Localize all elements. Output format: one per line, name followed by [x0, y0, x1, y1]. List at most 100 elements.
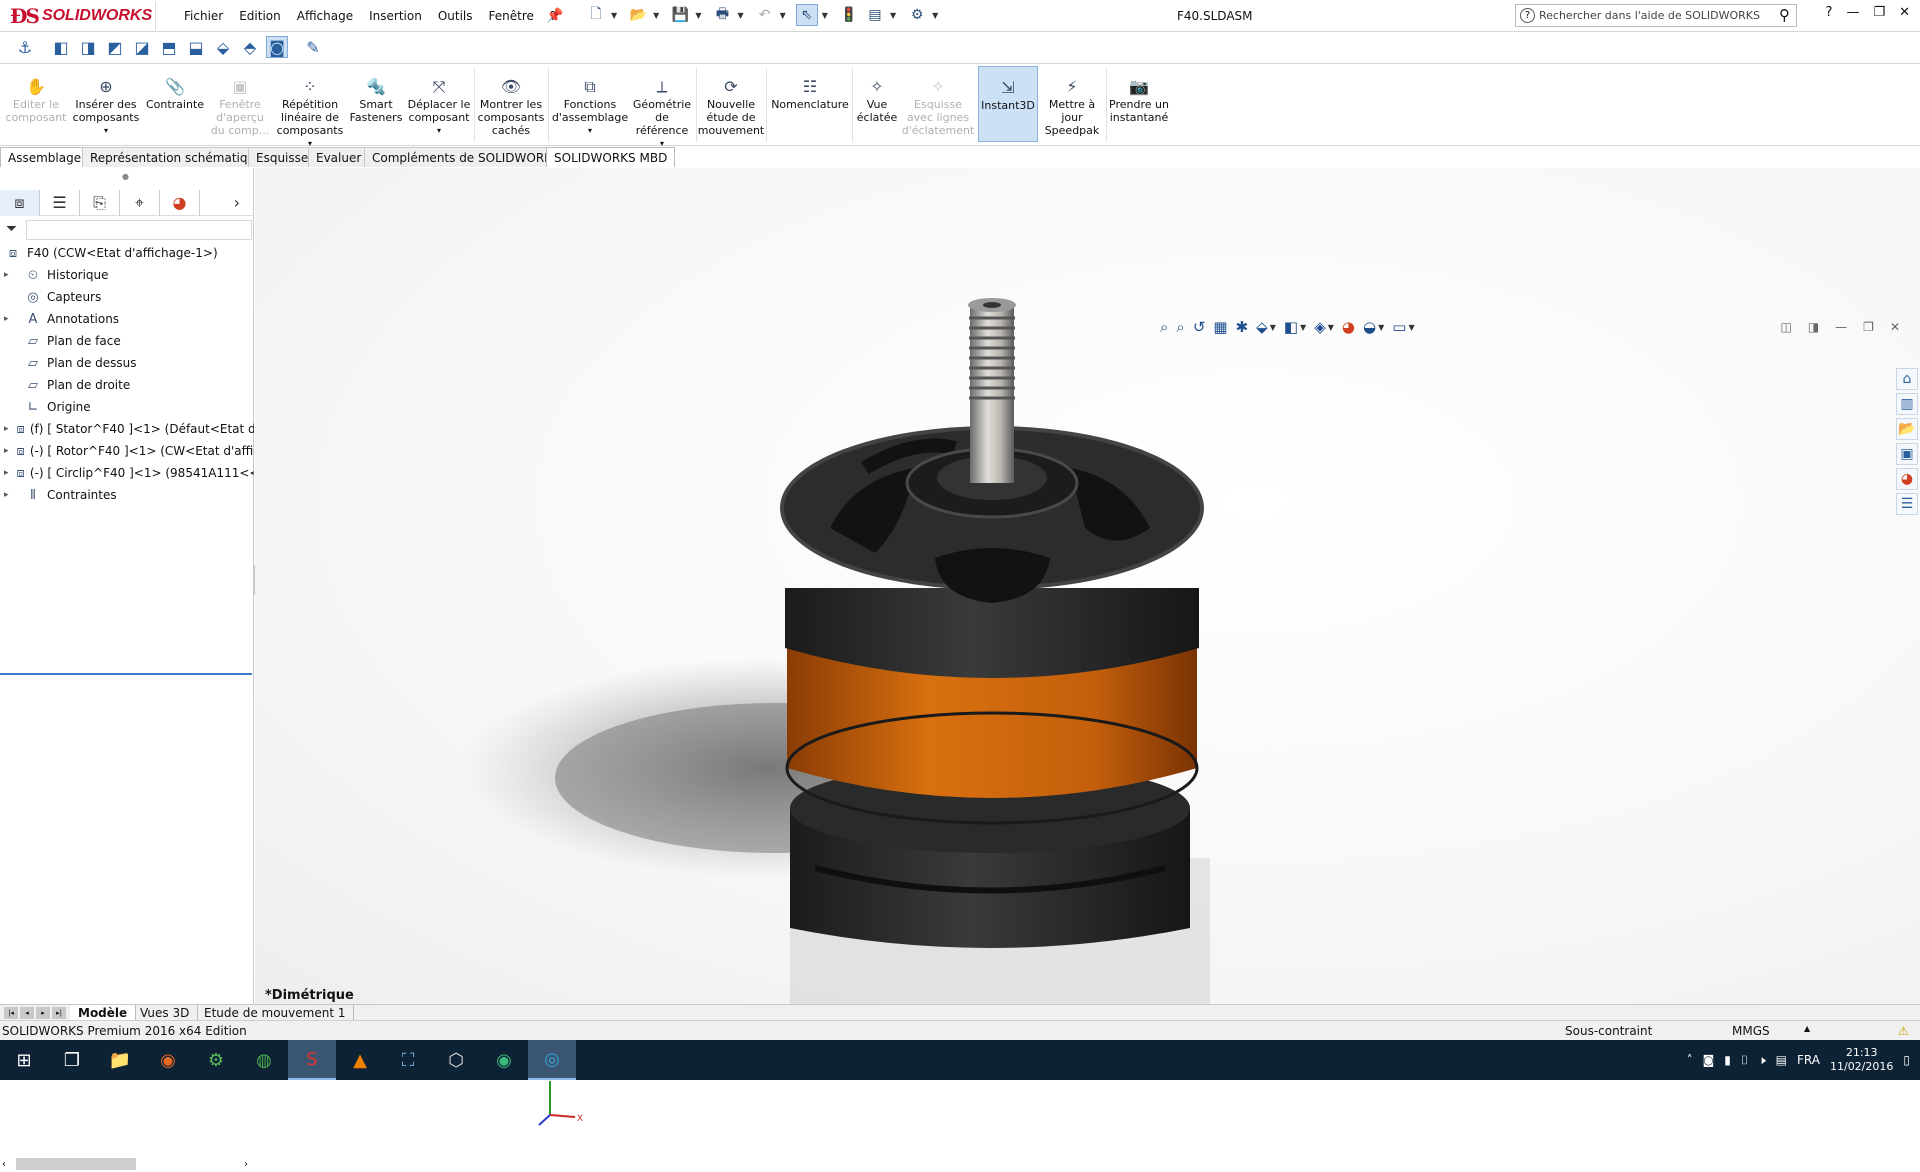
insert-components-button[interactable]: ⊕ Insérer des composants ▾ [70, 76, 142, 137]
tree-filter-input[interactable] [26, 220, 252, 240]
mate-button[interactable]: 📎 Contrainte [144, 76, 206, 111]
tab-assemblage[interactable]: Assemblage [0, 147, 90, 167]
minimize-button[interactable]: — [1846, 5, 1859, 20]
left-view-icon[interactable]: ◩ [104, 36, 126, 58]
options-gear-icon[interactable]: ⚙ [906, 4, 928, 26]
top-view-icon[interactable]: ⬒ [158, 36, 180, 58]
options-dropdown-icon[interactable]: ▼ [932, 11, 938, 20]
appearances-icon[interactable]: ◕ [1896, 468, 1918, 490]
tree-item-rotor[interactable]: ▸ ⧈ (-) [ Rotor^F40 ]<1> (CW<Etat d'affich [0, 440, 254, 462]
clock[interactable]: 21:13 11/02/2016 [1830, 1046, 1893, 1074]
rollback-bar[interactable] [0, 673, 252, 675]
motion-study-button[interactable]: ⟳ Nouvelle étude de mouvement [698, 76, 764, 137]
tab-esquisse[interactable]: Esquisse [248, 147, 317, 167]
right-view-icon[interactable]: ◪ [131, 36, 153, 58]
back-view-icon[interactable]: ◨ [77, 36, 99, 58]
expand-arrow-icon[interactable]: ▸ [4, 490, 16, 500]
new-document-icon[interactable]: 🗋 [585, 4, 607, 26]
app-green-icon[interactable]: ⚙ [192, 1040, 240, 1080]
expand-arrow-icon[interactable]: ▸ [4, 446, 9, 456]
tray-app2-icon[interactable]: ▮ [1724, 1053, 1731, 1067]
design-library-icon[interactable]: ▥ [1896, 393, 1918, 415]
apply-scene-icon[interactable]: ◒ [1363, 318, 1376, 336]
pin-menu-icon[interactable]: 📌 [546, 8, 563, 24]
tree-item-annotations[interactable]: ▸ A Annotations [0, 308, 254, 330]
task-view-icon[interactable]: ❐ [48, 1040, 96, 1080]
bottom-view-icon[interactable]: ⬓ [185, 36, 207, 58]
select-cursor-icon[interactable]: ⇖ [795, 4, 818, 26]
new-dropdown-icon[interactable]: ▼ [611, 11, 617, 20]
tree-item-plan-de-face[interactable]: ▱ Plan de face [0, 330, 254, 352]
app-teal-icon[interactable]: ◉ [480, 1040, 528, 1080]
viewport-minimize-icon[interactable]: — [1835, 320, 1847, 334]
help-search-box[interactable]: ? Rechercher dans l'aide de SOLIDWORKS ⚲ [1515, 4, 1797, 27]
save-icon[interactable]: 💾 [669, 4, 691, 26]
properties-dropdown-icon[interactable]: ▼ [890, 11, 896, 20]
update-speedpak-button[interactable]: ⚡ Mettre à jour Speedpak [1040, 76, 1104, 137]
app-blue-icon[interactable]: ⛶ [384, 1040, 432, 1080]
tray-app-icon[interactable]: ◙ [1703, 1053, 1715, 1067]
scroll-left-icon[interactable]: ‹ [2, 1159, 6, 1170]
tab-representation-schematique[interactable]: Représentation schématique [82, 147, 271, 167]
menu-fenetre[interactable]: Fenêtre [481, 9, 542, 23]
property-manager-tab-icon[interactable]: ☰ [40, 189, 80, 216]
tray-expand-icon[interactable]: ˄ [1687, 1053, 1693, 1067]
tree-horizontal-scrollbar[interactable]: ‹ › [0, 1156, 252, 1172]
previous-view-icon[interactable]: ↺ [1193, 318, 1206, 336]
tree-item-stator[interactable]: ▸ ⧈ (f) [ Stator^F40 ]<1> (Défaut<Etat d'a… [0, 418, 254, 440]
solidworks-logo[interactable]: ƉS SOLIDWORKS [10, 2, 156, 30]
save-dropdown-icon[interactable]: ▼ [695, 11, 701, 20]
viewport-close-icon[interactable]: ✕ [1890, 320, 1900, 334]
print-icon[interactable]: 🖶 [711, 4, 733, 26]
help-button[interactable]: ? [1826, 5, 1833, 20]
action-center-icon[interactable]: ▯ [1903, 1053, 1910, 1067]
front-view-icon[interactable]: ◧ [50, 36, 72, 58]
tree-item-contraintes[interactable]: ▸ ⫴ Contraintes [0, 484, 254, 506]
exploded-view-button[interactable]: ✧ Vue éclatée [854, 76, 900, 124]
bom-button[interactable]: ☷ Nomenclature [768, 76, 852, 111]
expand-arrow-icon[interactable]: ▸ [4, 314, 16, 324]
tree-root[interactable]: ⧈ F40 (CCW<Etat d'affichage-1>) [0, 242, 254, 264]
configuration-manager-tab-icon[interactable]: ⎘ [80, 189, 120, 216]
prev-tab-icon[interactable]: ◂ [20, 1007, 34, 1019]
firefox-icon[interactable]: ◉ [144, 1040, 192, 1080]
windows-start-icon[interactable]: ⊞ [0, 1040, 48, 1080]
menu-fichier[interactable]: Fichier [176, 9, 231, 23]
split-right-icon[interactable]: ◨ [1808, 320, 1819, 334]
view-settings-icon[interactable]: ▭ [1392, 318, 1406, 336]
chrome-icon[interactable]: ◍ [240, 1040, 288, 1080]
rebuild-icon[interactable]: 🚦 [838, 4, 860, 26]
display-manager-tab-icon[interactable]: ◕ [160, 189, 200, 216]
panel-grip-icon[interactable]: ● [122, 172, 129, 181]
tab-evaluer[interactable]: Evaluer [308, 147, 370, 167]
feature-manager-tab-icon[interactable]: ⧈ [0, 189, 40, 216]
menu-edition[interactable]: Edition [231, 9, 289, 23]
tab-solidworks-mbd[interactable]: SOLIDWORKS MBD [546, 147, 676, 167]
tree-item-historique[interactable]: ▸ ⏲ Historique [0, 264, 254, 286]
snapshot-button[interactable]: 📷 Prendre un instantané [1108, 76, 1170, 124]
tab-etude-mouvement[interactable]: Etude de mouvement 1 [196, 1005, 355, 1021]
edit-component-button[interactable]: ✋ Editer le composant [6, 76, 67, 124]
dimetric-view-icon[interactable]: ◙ [266, 36, 288, 58]
dynamic-annotation-icon[interactable]: ✱ [1236, 318, 1249, 336]
filter-icon[interactable]: ⏷ [6, 221, 17, 237]
vlc-icon[interactable]: ▲ [336, 1040, 384, 1080]
first-tab-icon[interactable]: |◂ [4, 1007, 18, 1019]
graphics-area[interactable]: ⌕ ⌕ ↺ ▦ ✱ ⬙ ▼ ◧ ▼ ◈ ▼ ◕ ◒ ▼ ▭ ▼ ◫ ◨ — ❐ ✕ ⌂ ▥… [255, 168, 1920, 1126]
search-input[interactable]: Rechercher dans l'aide de SOLIDWORKS [1539, 9, 1760, 22]
split-left-icon[interactable]: ◫ [1780, 320, 1791, 334]
show-hidden-button[interactable]: 👁 Montrer les composants cachés [476, 76, 546, 137]
tab-vues-3d[interactable]: Vues 3D [132, 1005, 199, 1021]
assembly-features-button[interactable]: ⧉ Fonctions d'assemblage ▾ [550, 76, 630, 137]
units-dropdown-icon[interactable]: ▲ [1804, 1024, 1810, 1033]
view-orientation-icon[interactable]: ⬙ [1256, 318, 1268, 336]
zoom-to-fit-icon[interactable]: ⌕ [1160, 318, 1168, 336]
app-active-icon[interactable]: ◎ [528, 1040, 576, 1080]
solidworks-taskbar-icon[interactable]: S [288, 1040, 336, 1080]
trimetric-view-icon[interactable]: ⬘ [239, 36, 261, 58]
edit-appearance-icon[interactable]: ◕ [1342, 318, 1355, 336]
section-view-icon[interactable]: ▦ [1213, 318, 1227, 336]
close-button[interactable]: ✕ [1899, 5, 1910, 20]
restore-button[interactable]: ❐ [1873, 5, 1885, 20]
move-component-button[interactable]: ⤧ Déplacer le composant ▾ [404, 76, 474, 137]
